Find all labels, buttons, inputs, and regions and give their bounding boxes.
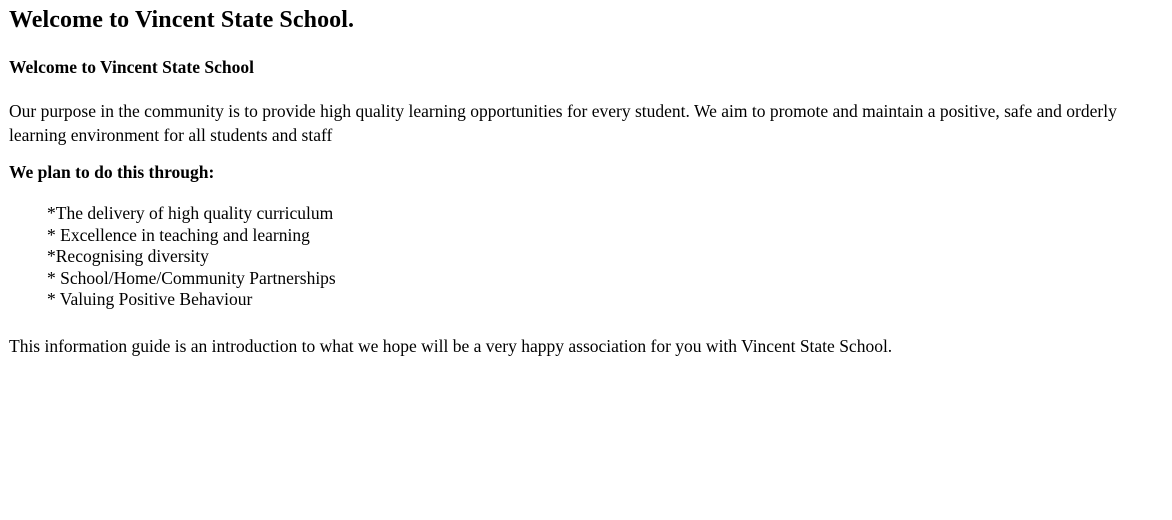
list-item: * School/Home/Community Partnerships (47, 267, 336, 288)
plan-list: *The delivery of high quality curriculum… (9, 203, 1172, 311)
section-heading: Welcome to Vincent State School (9, 57, 254, 77)
intro-paragraph: Our purpose in the community is to provi… (9, 101, 1117, 145)
list-item: *Recognising diversity (47, 246, 209, 266)
list-item: * Valuing Positive Behaviour (47, 289, 253, 309)
closing-paragraph: This information guide is an introductio… (9, 335, 893, 356)
list-item: *The delivery of high quality curriculum (47, 203, 334, 223)
list-item: * Excellence in teaching and learning (47, 224, 310, 245)
page-content: Welcome to Vincent State School. Welcome… (0, 0, 1172, 520)
page-title: Welcome to Vincent State School. (9, 7, 355, 33)
plan-heading: We plan to do this through: (9, 162, 215, 182)
